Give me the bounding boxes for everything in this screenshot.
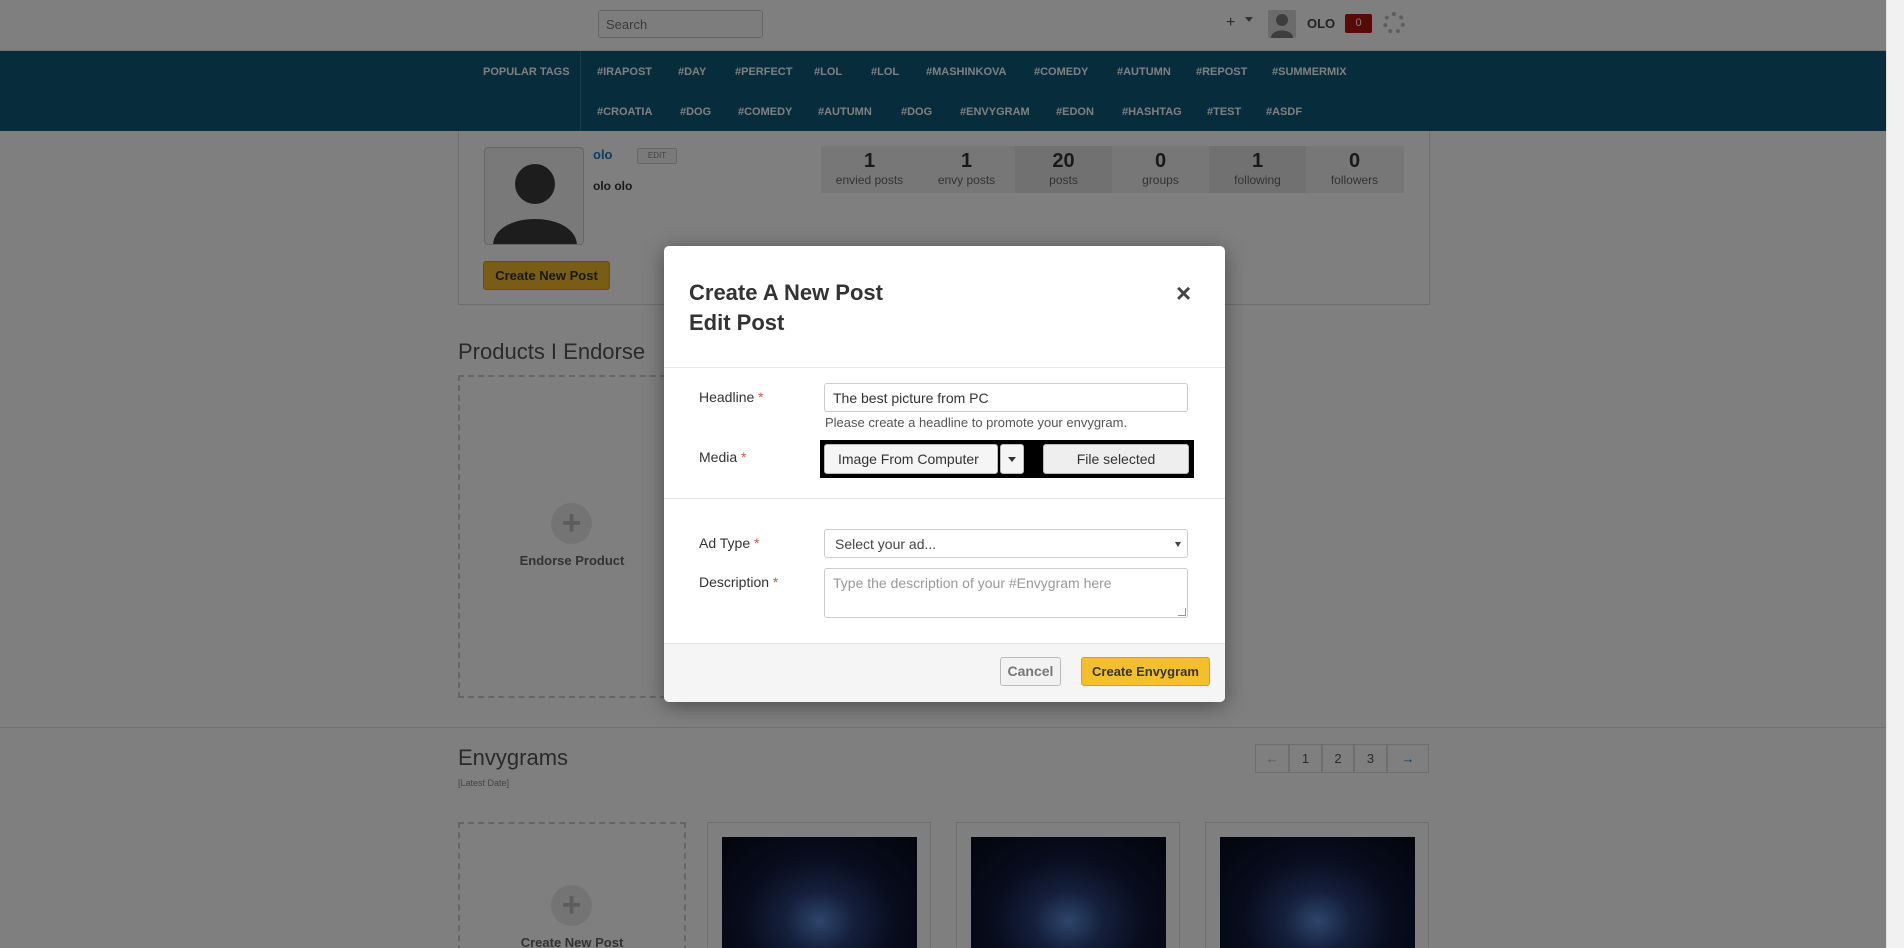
adtype-label-text: Ad Type: [699, 535, 751, 551]
media-label-text: Media: [699, 449, 738, 465]
modal-subtitle: Edit Post: [689, 310, 785, 335]
headline-help-text: Please create a headline to promote your…: [825, 415, 1128, 430]
description-placeholder: Type the description of your #Envygram h…: [833, 575, 1112, 591]
resize-handle[interactable]: [1178, 608, 1186, 616]
divider: [664, 367, 1225, 368]
headline-label: Headline *: [699, 389, 764, 405]
create-envygram-button[interactable]: Create Envygram: [1081, 657, 1210, 686]
media-source-button[interactable]: Image From Computer: [824, 444, 998, 474]
required-mark: *: [772, 574, 779, 590]
media-source-dropdown[interactable]: [1000, 444, 1024, 474]
media-label: Media *: [699, 449, 746, 465]
required-mark: *: [758, 389, 764, 405]
headline-input[interactable]: [824, 383, 1188, 412]
scrollbar[interactable]: [1886, 0, 1904, 948]
modal-footer: Cancel Create Envygram: [664, 643, 1225, 702]
modal-title: Create A New Post: [689, 280, 883, 305]
file-select-button[interactable]: File selected: [1043, 444, 1189, 474]
headline-label-text: Headline: [699, 389, 755, 405]
create-post-modal: Create A New Post Edit Post × Headline *…: [664, 246, 1225, 702]
chevron-down-icon: [1175, 542, 1181, 547]
adtype-select[interactable]: Select your ad...: [824, 529, 1188, 558]
description-label-text: Description: [699, 574, 770, 590]
description-textarea[interactable]: Type the description of your #Envygram h…: [824, 568, 1188, 618]
media-picker: Image From Computer File selected: [820, 440, 1194, 478]
adtype-selected-value: Select your ad...: [835, 536, 937, 552]
close-icon[interactable]: ×: [1176, 278, 1191, 309]
divider: [664, 498, 1225, 499]
chevron-down-icon: [1008, 457, 1016, 462]
required-mark: *: [741, 449, 747, 465]
description-label: Description *: [699, 574, 778, 590]
required-mark: *: [754, 535, 760, 551]
cancel-button[interactable]: Cancel: [1000, 657, 1061, 686]
adtype-label: Ad Type *: [699, 535, 759, 551]
